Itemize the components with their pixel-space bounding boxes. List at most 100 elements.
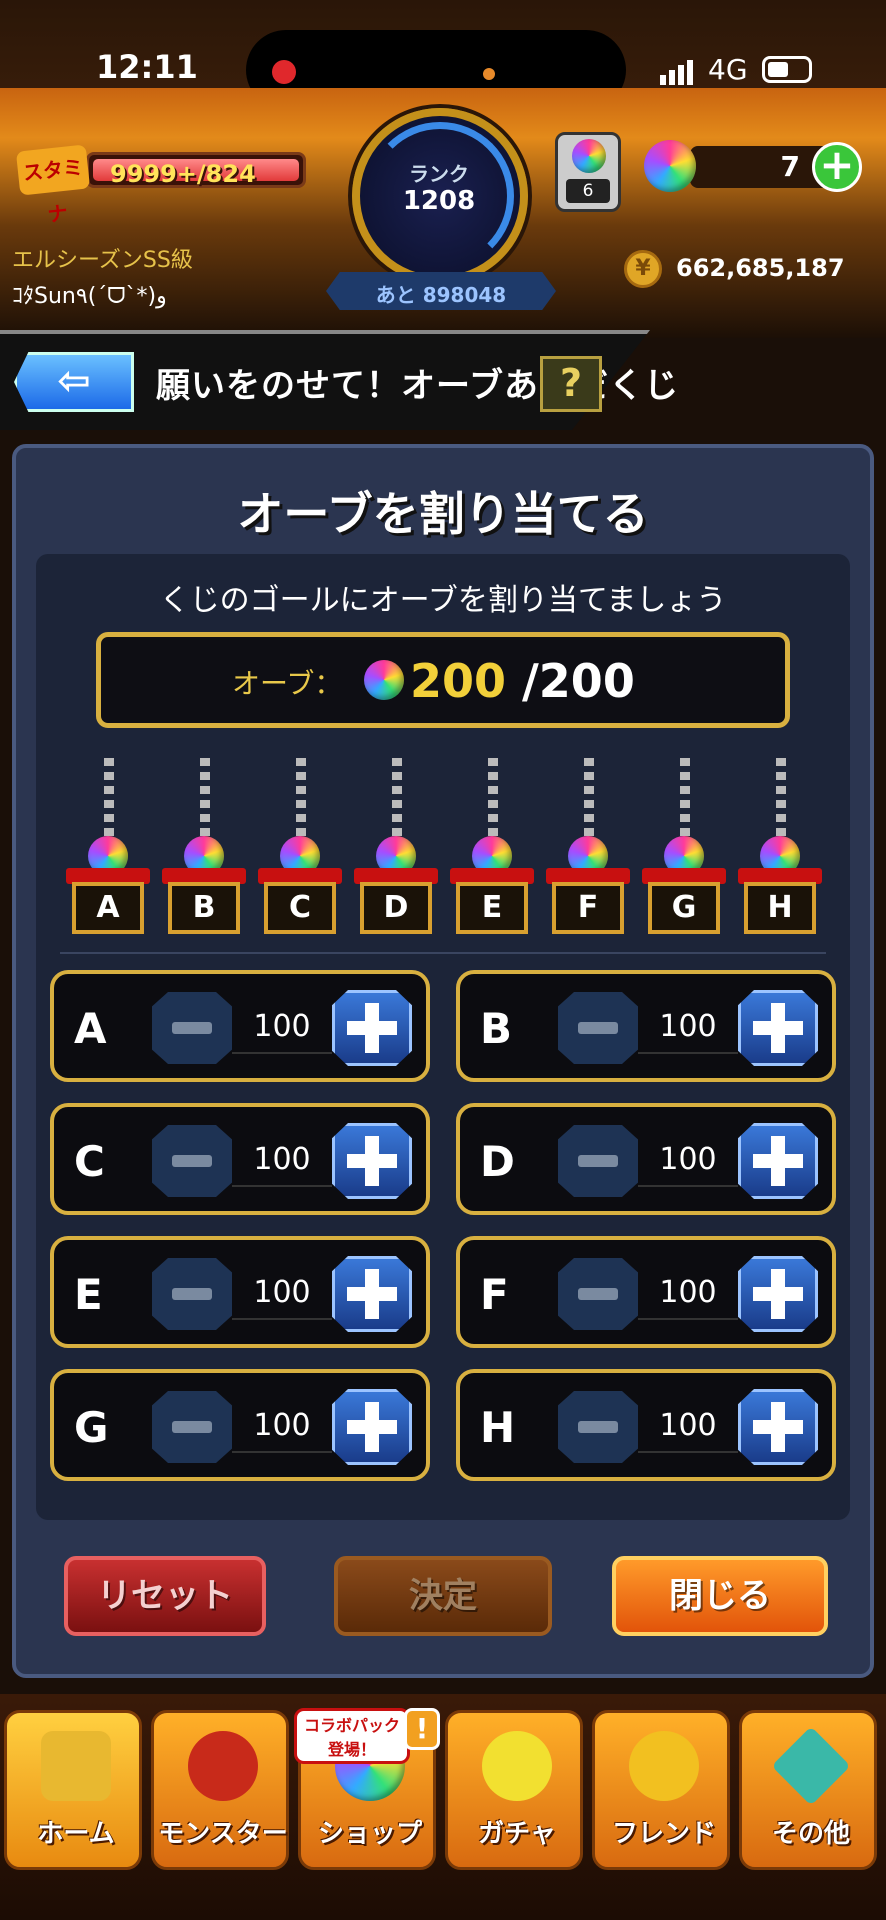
orb-icon xyxy=(572,139,606,173)
camera-dot-icon xyxy=(483,68,495,80)
goal-b: B xyxy=(162,758,246,934)
back-button[interactable]: ⇦ xyxy=(14,352,134,412)
coin-icon: ¥ xyxy=(624,250,662,288)
stepper-label: A xyxy=(74,1004,107,1053)
decrement-button[interactable] xyxy=(558,1258,638,1330)
confirm-button[interactable]: 決定 xyxy=(334,1556,552,1636)
stepper-label: H xyxy=(480,1403,516,1452)
orb-total-label: オーブ： xyxy=(232,667,343,700)
nav-label: ショップ xyxy=(317,1819,422,1849)
goal-label: E xyxy=(456,882,528,934)
player-name: ｺﾀSun٩(ˊᗜˋ*)و xyxy=(12,284,167,309)
gacha-egg-icon xyxy=(482,1731,552,1801)
nav-label: ガチャ xyxy=(478,1819,556,1849)
allocation-stepper-f: F 100 xyxy=(456,1236,836,1348)
minus-icon xyxy=(172,1022,212,1034)
increment-button[interactable] xyxy=(738,990,818,1066)
goal-label: C xyxy=(264,882,336,934)
panel-subtitle: くじのゴールにオーブを割り当てましょう xyxy=(159,583,727,618)
stepper-label: F xyxy=(480,1270,509,1319)
allocation-stepper-d: D 100 xyxy=(456,1103,836,1215)
stamina-icon: スタミナ xyxy=(15,144,91,227)
recording-icon xyxy=(272,60,296,84)
reset-button[interactable]: リセット xyxy=(64,1556,266,1636)
allocation-stepper-c: C 100 xyxy=(50,1103,430,1215)
divider xyxy=(60,952,826,954)
decrement-button[interactable] xyxy=(152,992,232,1064)
allocation-stepper-g: G 100 xyxy=(50,1369,430,1481)
decrement-button[interactable] xyxy=(558,1391,638,1463)
goal-label: A xyxy=(72,882,144,934)
goal-e: E xyxy=(450,758,534,934)
goal-a: A xyxy=(66,758,150,934)
nav-monster[interactable]: モンスター xyxy=(151,1710,289,1870)
gauge-count: 6 xyxy=(566,179,610,203)
orb-count: 7 xyxy=(780,150,800,183)
allocation-stepper-a: A 100 xyxy=(50,970,430,1082)
battery-icon xyxy=(762,56,812,83)
goal-label: G xyxy=(648,882,720,934)
nav-other[interactable]: その他 xyxy=(739,1710,877,1870)
allocation-stepper-h: H 100 xyxy=(456,1369,836,1481)
goal-label: H xyxy=(744,882,816,934)
minus-icon xyxy=(172,1155,212,1167)
stepper-label: E xyxy=(74,1270,103,1319)
stepper-value[interactable]: 100 xyxy=(232,1266,332,1320)
stepper-value[interactable]: 100 xyxy=(638,1000,738,1054)
rank-label: ランク xyxy=(409,162,469,186)
orb-total: /200 xyxy=(522,654,635,708)
close-button[interactable]: 閉じる xyxy=(612,1556,828,1636)
nav-label: その他 xyxy=(771,1819,850,1849)
increment-button[interactable] xyxy=(738,1256,818,1332)
stepper-value[interactable]: 100 xyxy=(232,1399,332,1453)
increment-button[interactable] xyxy=(332,1123,412,1199)
stepper-value[interactable]: 100 xyxy=(232,1000,332,1054)
goal-g: G xyxy=(642,758,726,934)
stepper-value[interactable]: 100 xyxy=(638,1133,738,1187)
network-type: 4G xyxy=(708,53,748,86)
goal-d: D xyxy=(354,758,438,934)
minus-icon xyxy=(172,1288,212,1300)
minus-icon xyxy=(578,1421,618,1433)
stepper-value[interactable]: 100 xyxy=(232,1133,332,1187)
nav-label: ホーム xyxy=(37,1819,115,1849)
goal-c: C xyxy=(258,758,342,934)
clock: 12:11 xyxy=(96,48,198,86)
stepper-label: D xyxy=(480,1137,515,1186)
stepper-value[interactable]: 100 xyxy=(638,1399,738,1453)
help-button[interactable]: ? xyxy=(540,356,602,412)
goal-label: D xyxy=(360,882,432,934)
increment-button[interactable] xyxy=(332,990,412,1066)
stepper-value[interactable]: 100 xyxy=(638,1266,738,1320)
allocation-stepper-e: E 100 xyxy=(50,1236,430,1348)
orb-gauge-icon[interactable]: 6 xyxy=(555,132,621,212)
increment-button[interactable] xyxy=(738,1389,818,1465)
nav-label: フレンド xyxy=(611,1819,716,1849)
collab-badge: コラボパック登場！ xyxy=(294,1708,410,1764)
panel-title: オーブを割り当てる xyxy=(237,487,649,541)
nav-friend[interactable]: フレンド xyxy=(592,1710,730,1870)
decrement-button[interactable] xyxy=(558,992,638,1064)
nav-home[interactable]: ホーム xyxy=(4,1710,142,1870)
increment-button[interactable] xyxy=(738,1123,818,1199)
increment-button[interactable] xyxy=(332,1389,412,1465)
goal-f: F xyxy=(546,758,630,934)
decrement-button[interactable] xyxy=(152,1258,232,1330)
rank-value: 1208 xyxy=(402,186,476,216)
goal-label: B xyxy=(168,882,240,934)
buy-orb-button[interactable]: + xyxy=(812,142,862,192)
minus-icon xyxy=(172,1421,212,1433)
allocation-stepper-b: B 100 xyxy=(456,970,836,1082)
home-icon xyxy=(41,1731,111,1801)
orb-icon xyxy=(644,140,696,192)
monster-icon xyxy=(188,1731,258,1801)
nav-label: モンスター xyxy=(158,1819,288,1849)
nav-gacha[interactable]: ガチャ xyxy=(445,1710,583,1870)
decrement-button[interactable] xyxy=(152,1125,232,1197)
increment-button[interactable] xyxy=(332,1256,412,1332)
decrement-button[interactable] xyxy=(558,1125,638,1197)
other-menu-icon xyxy=(771,1726,851,1806)
decrement-button[interactable] xyxy=(152,1391,232,1463)
minus-icon xyxy=(578,1155,618,1167)
signal-icon xyxy=(660,60,696,85)
